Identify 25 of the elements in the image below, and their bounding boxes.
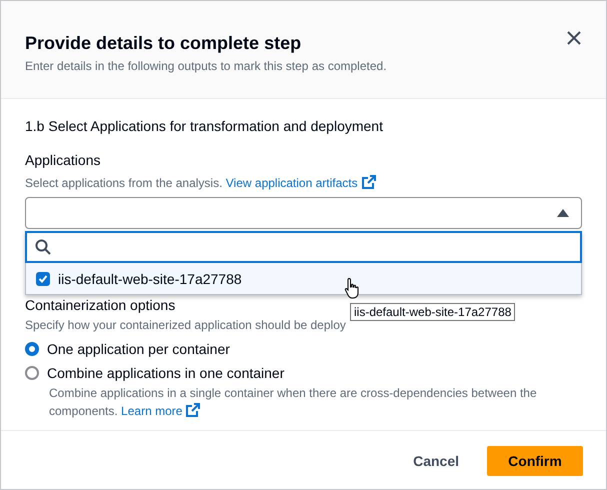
field-description: Select applications from the analysis. View application artifacts — [25, 175, 582, 191]
field-description: Specify how your containerized application should be deploy — [25, 317, 346, 333]
select-field[interactable] — [25, 197, 582, 229]
radio-label: Combine applications in one container — [47, 364, 284, 382]
learn-more-link[interactable]: Learn more — [121, 404, 200, 418]
caret-icon — [557, 209, 569, 217]
radio-button[interactable] — [25, 366, 39, 380]
radio-button[interactable] — [25, 342, 39, 356]
dialog-title: Provide details to complete step — [25, 32, 302, 54]
field-label: Containerization options — [25, 296, 176, 314]
search-icon — [35, 239, 51, 255]
dropdown-option[interactable]: iis-default-web-site-17a27788 — [25, 263, 582, 295]
confirm-button[interactable]: Confirm — [487, 446, 583, 476]
checkbox[interactable] — [36, 272, 50, 286]
cancel-button[interactable]: Cancel — [413, 445, 459, 477]
radio-label: One application per container — [47, 340, 230, 358]
option-description: Combine applications in a single container when there are cross-dependencies between the components. Learn more — [49, 385, 538, 420]
external-link-icon — [186, 403, 200, 417]
artifacts-link[interactable]: View application artifacts — [226, 176, 376, 190]
tooltip: iis-default-web-site-17a27788 — [350, 303, 516, 321]
external-link-icon — [362, 175, 376, 189]
dialog-description: Enter details in the following outputs to mark this step as completed. — [25, 58, 388, 74]
search-field[interactable] — [25, 231, 582, 263]
section-heading: 1.b Select Applications for transformation and deployment — [25, 117, 383, 135]
field-label: Applications — [25, 152, 100, 168]
